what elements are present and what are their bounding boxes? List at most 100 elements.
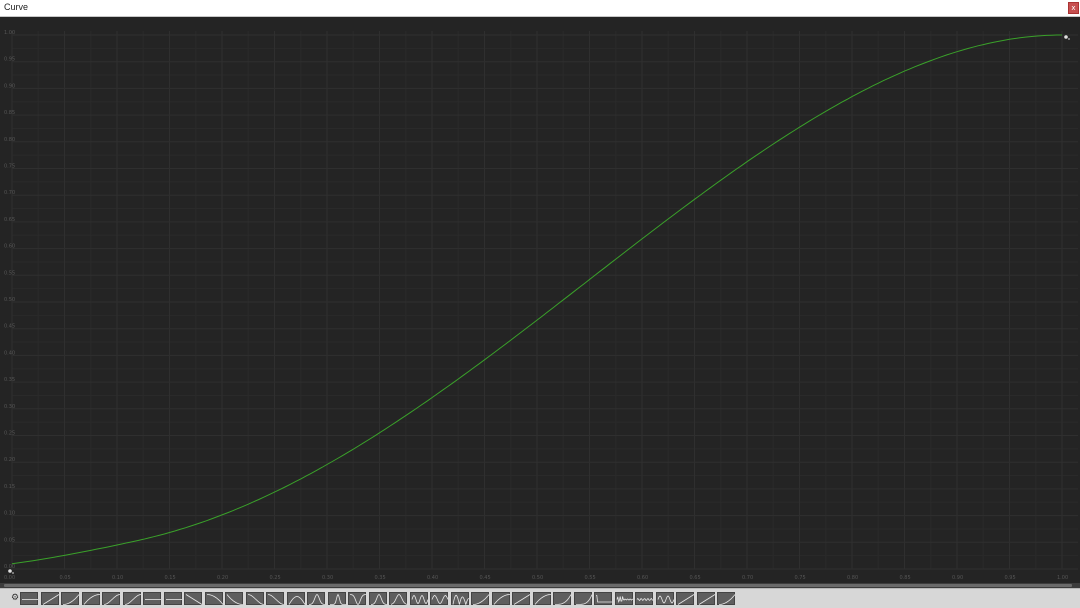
x-tick-label: 0.90 xyxy=(952,575,963,581)
x-tick-label: 0.20 xyxy=(217,575,228,581)
curve-preset-icon xyxy=(247,594,264,605)
y-tick-label: 0.45 xyxy=(4,324,15,330)
curve-preset-icon xyxy=(513,594,531,605)
close-button[interactable]: x xyxy=(1068,2,1079,14)
preset-ease-out-down-button[interactable] xyxy=(225,592,243,605)
preset-noise-button[interactable] xyxy=(614,592,633,605)
y-tick-label: 0.00 xyxy=(4,564,15,570)
x-tick-label: 0.25 xyxy=(270,575,281,581)
x-tick-label: 0.40 xyxy=(427,575,438,581)
curve-preset-icon xyxy=(42,594,59,605)
preset-curve-up-2-button[interactable] xyxy=(573,592,592,605)
curve-preset-icon xyxy=(165,599,182,600)
curve-preset-icon xyxy=(431,595,449,604)
y-tick-label: 0.60 xyxy=(4,244,15,250)
y-tick-label: 0.65 xyxy=(4,217,15,223)
y-tick-label: 0.50 xyxy=(4,297,15,303)
preset-linear-2-button[interactable] xyxy=(512,592,531,605)
preset-wave-button[interactable] xyxy=(409,592,428,605)
preset-diagonal-2-button[interactable] xyxy=(696,592,715,605)
preset-ease-in-out-down-2-button[interactable] xyxy=(266,592,285,605)
preset-ease-in-button[interactable] xyxy=(61,592,80,605)
preset-flat-mid-button[interactable] xyxy=(163,592,182,605)
preset-bump-button[interactable] xyxy=(286,592,305,605)
curve-preset-icon xyxy=(226,594,243,605)
preset-ease-out-3-button[interactable] xyxy=(532,592,551,605)
gear-icon[interactable]: ⚙ xyxy=(11,594,20,603)
x-tick-label: 0.30 xyxy=(322,575,333,581)
curve-preset-icon xyxy=(63,594,80,605)
preset-bounce-button[interactable] xyxy=(450,592,469,606)
preset-linear-down-button[interactable] xyxy=(184,592,203,605)
preset-linear-button[interactable] xyxy=(40,592,59,605)
y-tick-label: 0.90 xyxy=(4,83,15,89)
preset-flat-high-button[interactable] xyxy=(143,592,161,605)
y-tick-label: 0.75 xyxy=(4,164,15,170)
preset-ease-in-3-button[interactable] xyxy=(717,592,736,605)
curve-preset-icon xyxy=(411,595,428,604)
y-tick-label: 0.20 xyxy=(4,457,15,463)
y-tick-label: 0.85 xyxy=(4,110,15,116)
curve-preset-icon xyxy=(370,594,387,605)
x-tick-label: 0.50 xyxy=(532,575,543,581)
preset-bell-3-button[interactable] xyxy=(389,592,408,605)
preset-ease-in-out-2-button[interactable] xyxy=(122,592,141,605)
preset-flat-button[interactable] xyxy=(20,592,38,605)
y-tick-label: 0.80 xyxy=(4,137,15,143)
x-tick-label: 0.95 xyxy=(1005,575,1016,581)
x-tick-label: 0.85 xyxy=(900,575,911,581)
x-tick-label: 0.45 xyxy=(480,575,491,581)
preset-wave-2-button[interactable] xyxy=(430,592,449,605)
curve-preset-icon xyxy=(267,594,285,605)
curve-preset-icon xyxy=(473,594,490,605)
x-tick-label: 0.55 xyxy=(585,575,596,581)
key-handle-icon[interactable] xyxy=(1064,35,1070,40)
curve-preset-icon xyxy=(596,595,612,603)
x-tick-label: 0.80 xyxy=(847,575,858,581)
curve-preset-icon xyxy=(677,594,695,605)
curve-canvas[interactable]: 1.00 0.95 0.90 0.85 0.80 0.75 0.70 0.65 0.60 0.55… xyxy=(0,17,1080,583)
x-tick-label: 0.00 xyxy=(4,575,15,581)
x-tick-label: 0.75 xyxy=(795,575,806,581)
preset-ease-in-out-down-button[interactable] xyxy=(245,592,264,605)
curve-preset-icon xyxy=(103,594,121,605)
y-tick-label: 0.55 xyxy=(4,270,15,276)
title-bar: Curve x xyxy=(0,0,1080,17)
curve-preset-icon xyxy=(636,597,654,602)
curve-preset-icon xyxy=(329,593,346,605)
x-tick-label: 0.65 xyxy=(690,575,701,581)
y-tick-label: 0.40 xyxy=(4,350,15,356)
y-tick-label: 0.30 xyxy=(4,404,15,410)
preset-ease-in-down-button[interactable] xyxy=(204,592,223,605)
curve-preset-icon xyxy=(124,594,141,605)
preset-list xyxy=(20,592,738,606)
preset-ease-out-button[interactable] xyxy=(81,592,100,605)
preset-bell-2-button[interactable] xyxy=(368,592,387,605)
y-tick-label: 0.05 xyxy=(4,537,15,543)
curve-preset-icon xyxy=(22,599,38,600)
preset-noise-2-button[interactable] xyxy=(635,592,654,605)
scrollbar-thumb[interactable] xyxy=(4,584,1072,587)
curve-preset-icon xyxy=(555,594,572,605)
preset-ease-out-2-button[interactable] xyxy=(491,592,510,605)
curve-preset-icon xyxy=(390,594,408,605)
preset-ease-in-out-button[interactable] xyxy=(102,592,121,605)
y-tick-label: 0.95 xyxy=(4,57,15,63)
curve-preset-icon xyxy=(206,594,223,605)
x-tick-label: 0.10 xyxy=(112,575,123,581)
curve-preset-icon xyxy=(288,596,305,605)
preset-step-button[interactable] xyxy=(594,592,612,605)
y-tick-label: 1.00 xyxy=(4,30,15,36)
preset-ease-in-2-button[interactable] xyxy=(471,592,490,605)
preset-wave-3-button[interactable] xyxy=(655,592,674,605)
preset-diagonal-button[interactable] xyxy=(676,592,695,605)
curve-editor[interactable]: 1.00 0.95 0.90 0.85 0.80 0.75 0.70 0.65 0.60 0.55… xyxy=(0,17,1080,583)
preset-valley-button[interactable] xyxy=(348,592,367,605)
x-tick-label: 1.00 xyxy=(1057,575,1068,581)
preset-bell-sharp-button[interactable] xyxy=(327,592,346,605)
curve-preset-icon xyxy=(83,594,100,605)
preset-bell-button[interactable] xyxy=(307,592,326,605)
curve-preset-icon xyxy=(185,594,203,605)
curve-preset-icon xyxy=(657,595,674,604)
preset-curve-up-button[interactable] xyxy=(553,592,572,605)
